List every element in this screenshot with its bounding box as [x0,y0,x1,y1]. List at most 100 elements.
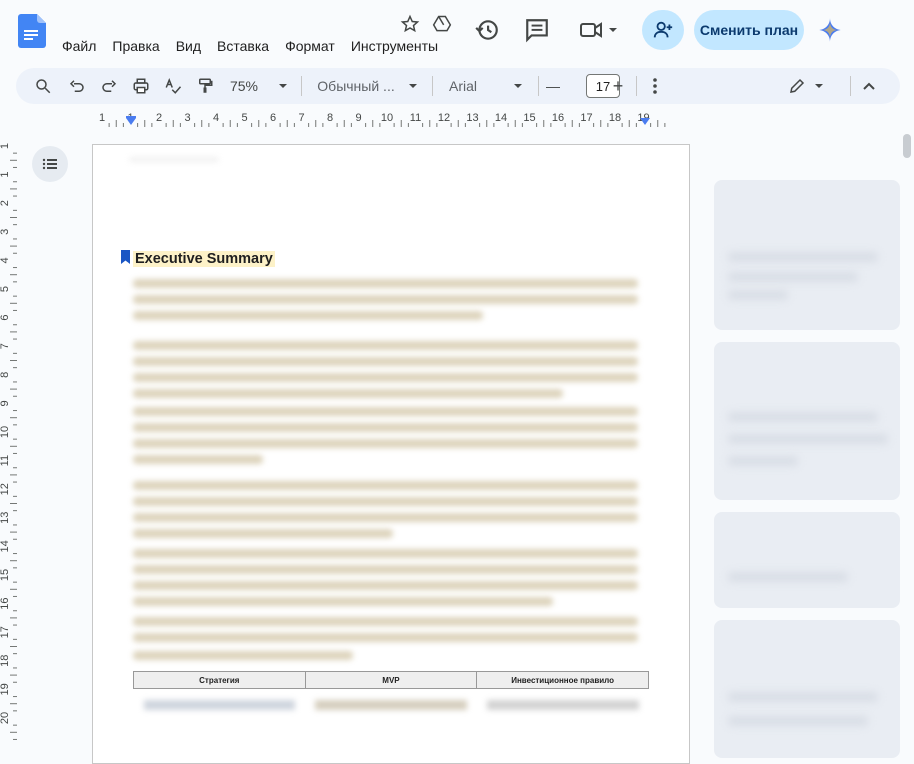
blurred-text-line [133,481,638,490]
menu-file[interactable]: Файл [62,38,96,54]
ruler-tick-label: 7 [298,112,304,124]
style-select[interactable]: Обычный ... [316,76,396,96]
blurred-text-line [133,633,638,642]
ruler-tick-label: 6 [270,112,276,124]
document-page[interactable]: Executive Summary Стратегия MVP Инвестиц… [92,144,690,764]
blurred-text-line [133,341,638,350]
blurred-text-line [133,423,638,432]
ruler-tick-label: 5 [0,286,11,292]
formatting-toolbar: 75% Обычный ... Arial — 17 + [16,68,900,104]
table-header-cell: Инвестиционное правило [476,671,649,689]
ruler-tick-label: 18 [609,112,621,124]
share-button[interactable] [642,10,684,50]
comment-card[interactable] [714,620,900,758]
ruler-tick-label: 5 [241,112,247,124]
more-options-icon[interactable] [648,76,662,96]
docs-logo-icon[interactable] [18,14,46,48]
comment-card[interactable] [714,512,900,608]
list-icon [42,158,57,170]
divider [850,76,851,96]
blurred-text-line [133,651,353,660]
ruler-tick-label: 1 [99,112,105,124]
ruler-tick-label: 11 [410,112,421,124]
gemini-icon[interactable] [818,18,842,42]
undo-icon[interactable] [68,76,86,96]
vertical-ruler[interactable]: 11234567891011121314151617181920 [0,132,18,758]
menu-edit[interactable]: Правка [112,38,159,54]
document-outline-button[interactable] [32,146,68,182]
ruler-tick-label: 17 [0,626,11,638]
ruler-tick-label: 14 [495,112,507,124]
ruler-tick-label: 8 [327,112,333,124]
table-cell-blurred [477,689,649,721]
change-plan-button[interactable]: Сменить план [694,10,804,50]
ruler-tick-label: 11 [0,455,11,466]
ruler-tick-label: 14 [0,540,11,552]
chevron-down-icon[interactable] [408,76,418,96]
edit-mode-icon[interactable] [788,76,806,96]
zoom-select[interactable]: 75% [228,76,260,96]
decrease-font-size-button[interactable]: — [546,76,560,96]
chevron-up-icon[interactable] [862,76,876,96]
ruler-tick-label: 4 [0,257,11,263]
ruler-tick-label: 10 [381,112,393,124]
ruler-tick-label: 8 [0,372,11,378]
blurred-text-line [133,279,638,288]
search-icon[interactable] [34,76,52,96]
blurred-text-line [133,513,638,522]
spellcheck-icon[interactable] [164,76,182,96]
menu-insert[interactable]: Вставка [217,38,269,54]
horizontal-ruler[interactable]: 112345678910111213141516171819 [88,110,692,128]
chevron-down-icon[interactable] [513,76,523,96]
blurred-text-line [133,295,638,304]
blurred-text-line [133,407,638,416]
ruler-tick-label: 15 [0,569,11,581]
ruler-tick-label: 3 [0,229,11,235]
section-heading[interactable]: Executive Summary [133,251,275,267]
menu-bar: Файл Правка Вид Вставка Формат Инструмен… [62,38,454,54]
history-icon[interactable] [474,17,500,43]
menu-format[interactable]: Формат [285,38,335,54]
ruler-tick-label: 18 [0,655,11,667]
blurred-text-line [133,581,638,590]
comment-card[interactable] [714,342,900,500]
ruler-tick-label: 13 [466,112,478,124]
header-placeholder [129,157,219,162]
ruler-tick-label: 12 [0,483,11,495]
divider [538,76,539,96]
meet-icon[interactable] [578,17,618,43]
blurred-text-line [133,549,638,558]
paint-format-icon[interactable] [196,76,214,96]
increase-font-size-button[interactable]: + [610,76,626,96]
divider [636,76,637,96]
font-select[interactable]: Arial [446,76,480,96]
first-line-indent-marker[interactable] [126,116,136,118]
blurred-text-line [133,597,553,606]
chevron-down-icon[interactable] [278,76,288,96]
top-bar: Файл Правка Вид Вставка Формат Инструмен… [0,0,914,64]
share-icon [653,21,673,38]
chevron-down-icon[interactable] [814,76,824,96]
ruler-tick-label: 3 [184,112,190,124]
ruler-tick-label: 12 [438,112,450,124]
drive-status-icon[interactable] [432,14,452,34]
comment-icon[interactable] [524,17,550,43]
ruler-tick-label: 13 [0,512,11,524]
menu-tools[interactable]: Инструменты [351,38,438,54]
redo-icon[interactable] [100,76,118,96]
blurred-text-line [133,497,638,506]
ruler-tick-label: 6 [0,315,11,321]
ruler-tick-label: 7 [0,343,11,349]
comment-card[interactable] [714,180,900,330]
divider [432,76,433,96]
scrollbar-thumb[interactable] [903,134,911,158]
blurred-text-line [133,373,638,382]
star-icon[interactable] [400,14,420,34]
bookmark-icon[interactable] [121,250,130,264]
table-header-cell: MVP [304,671,478,689]
ruler-tick-label: 15 [523,112,535,124]
ruler-tick-label: 10 [0,426,11,438]
strategy-table[interactable]: Стратегия MVP Инвестиционное правило [133,671,649,721]
print-icon[interactable] [132,76,150,96]
menu-view[interactable]: Вид [176,38,201,54]
